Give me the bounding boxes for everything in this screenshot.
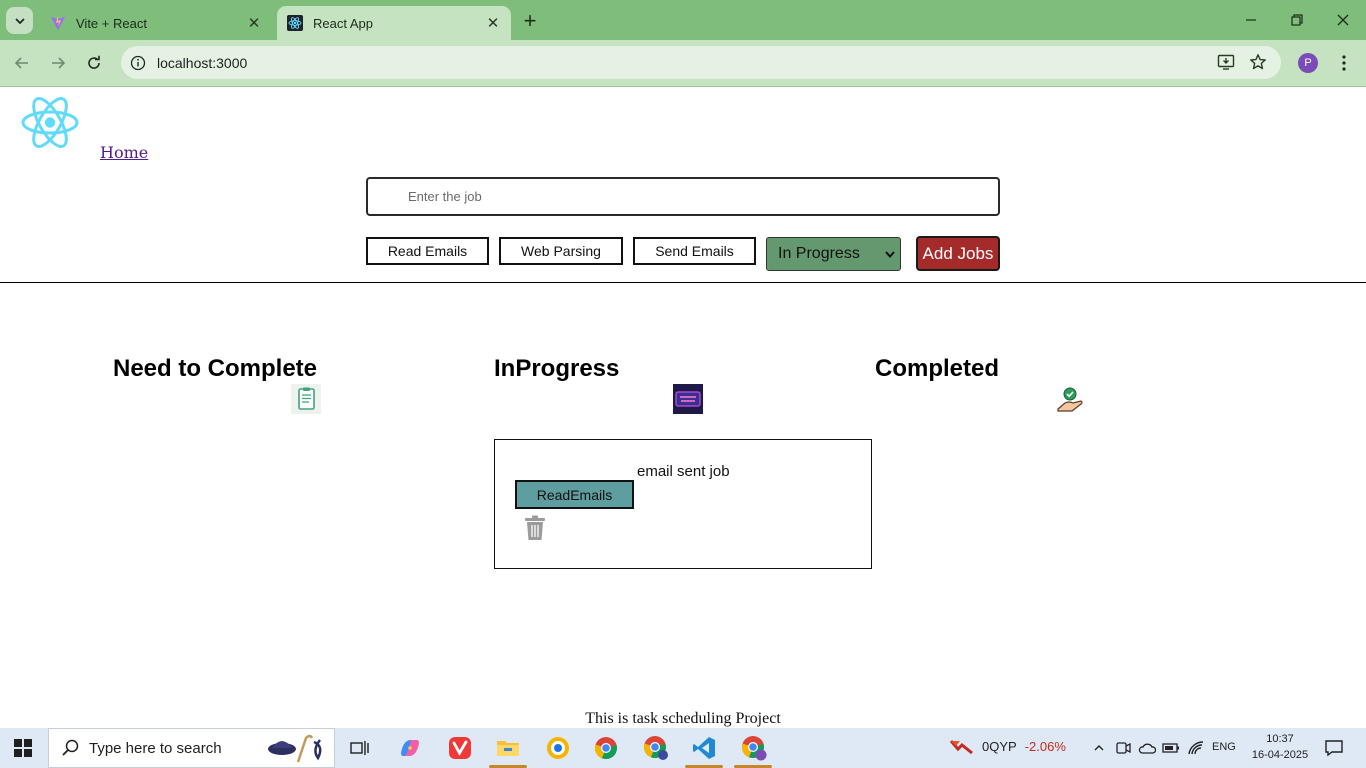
- notifications-icon[interactable]: [1324, 739, 1344, 757]
- clock-time: 10:37: [1266, 733, 1294, 745]
- stock-symbol: 0QYP: [982, 738, 1017, 754]
- tab-title: React App: [313, 15, 373, 31]
- job-card-tag[interactable]: ReadEmails: [515, 480, 634, 509]
- new-tab-button[interactable]: +: [518, 8, 542, 33]
- windows-start-icon[interactable]: [14, 739, 32, 757]
- tab-title: Vite + React: [76, 15, 147, 31]
- taskbar-search[interactable]: Type here to search: [48, 728, 335, 768]
- column-title-inprogress: InProgress: [494, 355, 620, 382]
- tab-strip: Vite + React ✕ React App ✕ +: [0, 0, 1366, 40]
- read-emails-button[interactable]: Read Emails: [366, 237, 489, 265]
- file-explorer-icon[interactable]: [494, 734, 522, 762]
- tab-vite-react[interactable]: Vite + React ✕: [40, 6, 272, 40]
- tab-search-button[interactable]: [6, 7, 33, 34]
- close-icon[interactable]: ✕: [483, 13, 503, 33]
- chevron-up-icon[interactable]: [1090, 739, 1108, 757]
- star-icon: [1250, 54, 1266, 70]
- vivaldi-icon[interactable]: [446, 734, 474, 762]
- window-close-button[interactable]: [1328, 8, 1358, 32]
- install-icon: [1217, 54, 1235, 70]
- chrome-active-icon[interactable]: [740, 734, 768, 762]
- site-info-icon[interactable]: [130, 55, 146, 71]
- work-in-progress-icon: [673, 384, 703, 414]
- vite-icon: [50, 15, 66, 31]
- send-emails-button[interactable]: Send Emails: [633, 237, 756, 265]
- column-title-need-to-complete: Need to Complete: [113, 355, 318, 382]
- task-view-icon[interactable]: [346, 734, 374, 762]
- tab-react-app[interactable]: React App ✕: [277, 6, 511, 40]
- react-icon: [287, 15, 303, 31]
- chrome-icon[interactable]: [592, 734, 620, 762]
- job-input[interactable]: [366, 177, 1000, 216]
- close-icon[interactable]: ✕: [244, 13, 264, 33]
- meet-now-icon[interactable]: [1114, 739, 1132, 757]
- minimize-button[interactable]: [1236, 8, 1266, 32]
- onedrive-icon[interactable]: [1138, 739, 1156, 757]
- stock-change: -2.06%: [1024, 738, 1066, 754]
- chevron-down-icon: [885, 251, 895, 259]
- react-logo: [21, 97, 79, 148]
- restore-button[interactable]: [1282, 8, 1312, 32]
- clock[interactable]: 10:37 16-04-2025: [1250, 731, 1310, 763]
- address-bar[interactable]: localhost:3000: [121, 46, 1281, 79]
- status-select-value: In Progress: [778, 245, 860, 262]
- restore-icon: [1291, 14, 1303, 26]
- clock-date: 16-04-2025: [1251, 749, 1309, 761]
- reload-icon: [88, 55, 100, 69]
- forward-button[interactable]: [45, 50, 71, 76]
- back-button[interactable]: [9, 50, 35, 76]
- header-divider: [0, 282, 1366, 283]
- wifi-icon[interactable]: [1187, 739, 1205, 757]
- search-highlight-icon: [268, 734, 322, 763]
- install-app-button[interactable]: [1214, 50, 1238, 74]
- reload-button[interactable]: [81, 50, 107, 76]
- taskbar-search-placeholder: Type here to search: [89, 739, 222, 757]
- screen: Vite + React ✕ React App ✕ + localhost:3…: [0, 0, 1366, 768]
- taskbar: Type here to search 0QYP -2.06% ENG 10:3…: [0, 728, 1366, 768]
- job-card-title: email sent job: [637, 463, 730, 480]
- job-card[interactable]: email sent job ReadEmails: [494, 439, 872, 569]
- chrome-profile-icon[interactable]: [642, 734, 670, 762]
- column-title-completed: Completed: [875, 355, 1000, 382]
- trash-icon[interactable]: [524, 515, 546, 541]
- clipboard-icon: [291, 384, 321, 414]
- more-vertical-icon: [1342, 55, 1346, 71]
- browser-menu-button[interactable]: [1334, 50, 1354, 76]
- arrow-left-icon: [14, 57, 28, 69]
- url-text: localhost:3000: [157, 54, 248, 71]
- browser-icon[interactable]: [544, 734, 572, 762]
- profile-avatar[interactable]: P: [1298, 53, 1318, 73]
- close-icon: [1337, 14, 1349, 26]
- stock-widget[interactable]: 0QYP -2.06%: [950, 738, 1066, 754]
- add-jobs-button[interactable]: Add Jobs: [916, 236, 1000, 271]
- hand-check-icon: [1057, 387, 1083, 412]
- arrow-right-icon: [52, 57, 66, 69]
- battery-icon[interactable]: [1162, 739, 1180, 757]
- footer-text: This is task scheduling Project: [585, 710, 781, 727]
- vscode-icon[interactable]: [690, 734, 718, 762]
- minimize-icon: [1246, 19, 1256, 21]
- copilot-icon[interactable]: [396, 734, 424, 762]
- web-parsing-button[interactable]: Web Parsing: [499, 237, 623, 265]
- stock-down-icon: [950, 740, 973, 754]
- home-link[interactable]: Home: [100, 143, 148, 162]
- browser-toolbar: localhost:3000: [0, 40, 1366, 87]
- language-indicator[interactable]: ENG: [1212, 741, 1236, 753]
- search-icon: [62, 739, 79, 756]
- status-select[interactable]: In Progress: [766, 237, 901, 271]
- bookmark-button[interactable]: [1246, 50, 1270, 74]
- chevron-down-icon: [14, 17, 25, 24]
